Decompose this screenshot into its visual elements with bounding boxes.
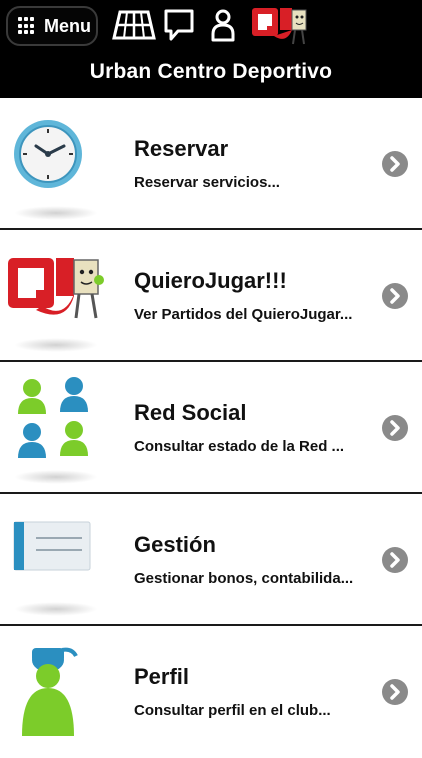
chevron-right-icon[interactable] [382,415,408,441]
item-subtitle: Reservar servicios... [134,174,280,191]
chevron-right-icon[interactable] [382,547,408,573]
item-title: Red Social [134,400,247,425]
chevron-right-icon[interactable] [382,283,408,309]
menu-button[interactable]: Menu [6,6,98,46]
item-subtitle: Consultar perfil en el club... [134,702,331,719]
quierojugar-logo-icon[interactable] [250,4,310,48]
thumb-shadow [14,206,98,220]
item-title: Gestión [134,532,216,557]
item-title: Reservar [134,136,229,161]
list-item-red-social[interactable]: Red Social Consultar estado de la Red ..… [0,362,422,494]
user-icon[interactable] [208,6,238,44]
item-title: Perfil [134,664,190,689]
list-item-gestion[interactable]: Gestión Gestionar bonos, contabilida... [0,494,422,626]
page-title: Urban Centro Deportivo [89,60,333,83]
quierojugar-logo-icon [8,258,104,319]
court-icon[interactable] [112,6,156,44]
thumb-shadow [14,602,98,616]
chevron-right-icon[interactable] [382,679,408,705]
chat-bubble-icon[interactable] [162,6,196,44]
list-item-quierojugar[interactable]: QuieroJugar!!! Ver Partidos del QuieroJu… [0,230,422,362]
menu-list: Reservar Reservar servicios... QuieroJug… [0,98,422,758]
thumb-shadow [14,470,98,484]
profile-icon [22,647,78,736]
grid-icon [18,17,36,35]
thumb-shadow [14,338,98,352]
item-subtitle: Consultar estado de la Red ... [134,438,345,455]
item-subtitle: Gestionar bonos, contabilida... [134,570,354,587]
top-bar: Menu Urban Centro Deportivo [0,0,422,98]
item-title: QuieroJugar!!! [134,268,287,293]
list-item-reservar[interactable]: Reservar Reservar servicios... [0,98,422,230]
list-item-perfil[interactable]: Perfil Consultar perfil en el club... [0,626,422,758]
people-group-icon [18,377,88,458]
card-icon [13,521,91,571]
clock-icon [14,120,82,188]
menu-label: Menu [44,15,91,36]
chevron-right-icon[interactable] [382,151,408,177]
item-subtitle: Ver Partidos del QuieroJugar... [134,306,353,323]
